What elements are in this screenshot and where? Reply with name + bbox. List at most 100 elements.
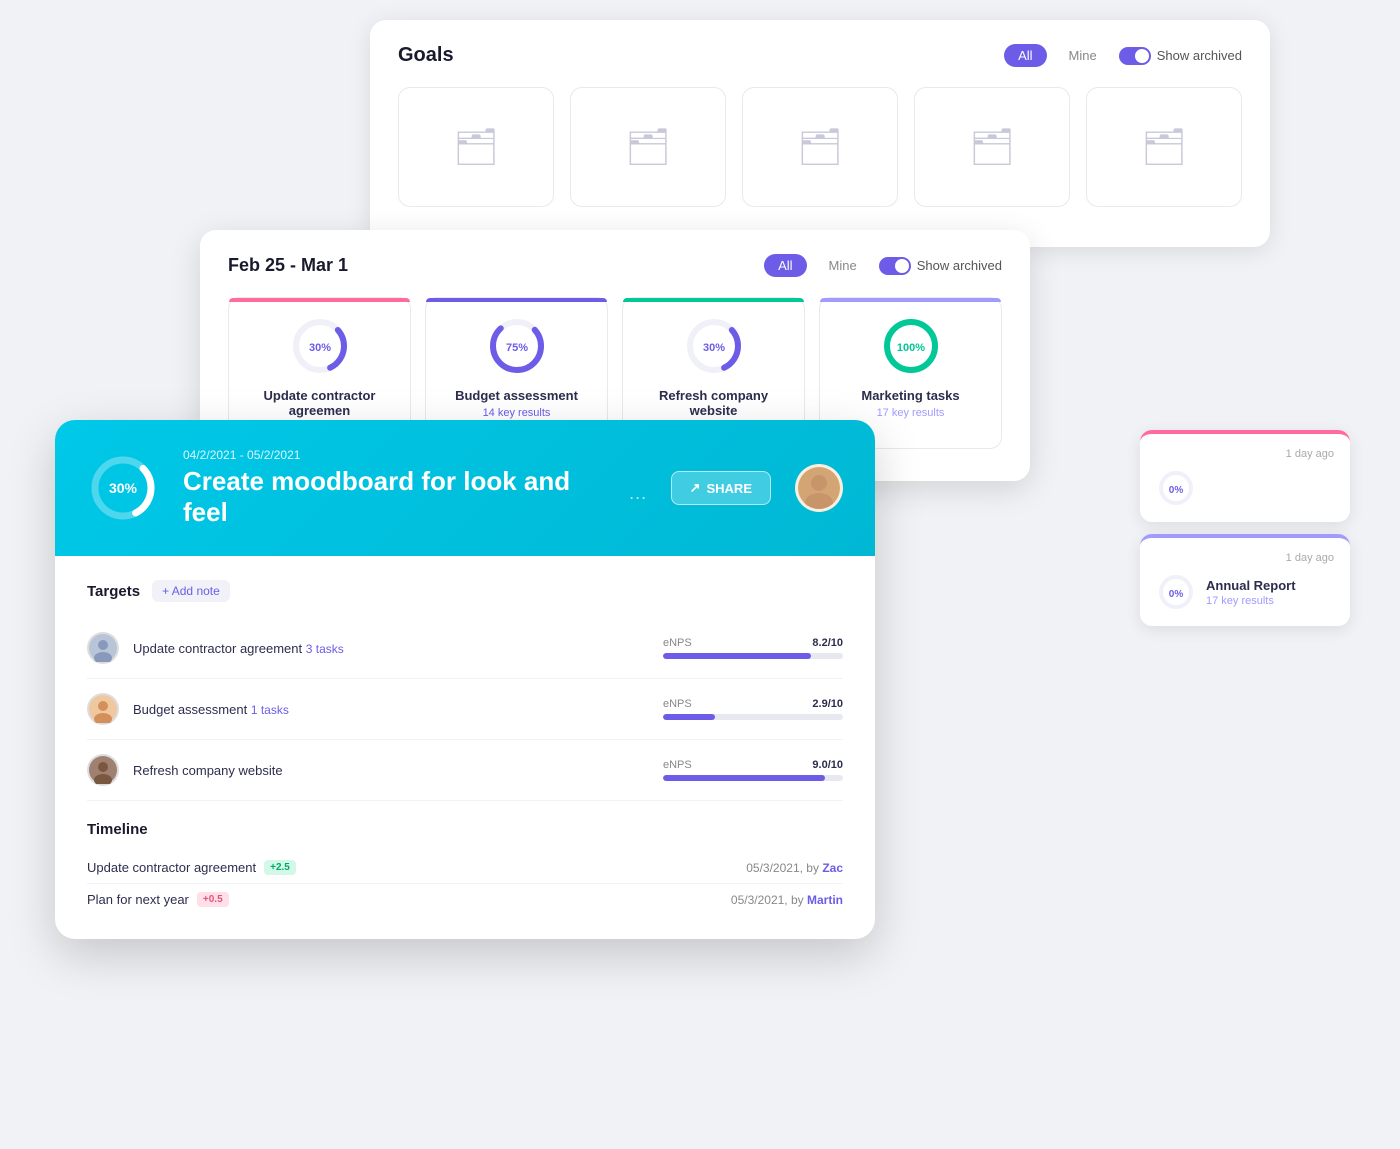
folder-icon-3: 🗂	[797, 126, 843, 168]
progress-bg-3	[663, 775, 843, 781]
goal-card-marketing-sub: 17 key results	[877, 407, 945, 419]
share-label: SHARE	[706, 481, 752, 496]
filter-mine-btn[interactable]: Mine	[1055, 44, 1111, 67]
timeline-author-2: Martin	[807, 893, 843, 907]
timeline-section: Timeline Update contractor agreement +2.…	[87, 821, 843, 915]
show-archived-label: Show archived	[1157, 48, 1242, 63]
donut-marketing: 100%	[881, 316, 941, 376]
folder-card-3[interactable]: 🗂	[742, 87, 898, 207]
targets-label: Targets	[87, 583, 140, 600]
right-card-1-donut: 0%	[1156, 468, 1196, 508]
metric-value-1: 8.2/10	[812, 637, 843, 649]
target-row-3: Refresh company website eNPS 9.0/10	[87, 740, 843, 801]
metric-label-2: eNPS	[663, 698, 692, 710]
svg-text:30%: 30%	[308, 342, 330, 354]
timeline-row-1: Update contractor agreement +2.5 05/3/20…	[87, 852, 843, 884]
target-name-3: Refresh company website	[133, 763, 663, 778]
metric-value-3: 9.0/10	[812, 759, 843, 771]
detail-donut: 30%	[87, 452, 159, 524]
timeline-left-1: Update contractor agreement +2.5	[87, 860, 296, 875]
target-link-1[interactable]: 3 tasks	[306, 642, 344, 656]
weekly-show-archived-label: Show archived	[917, 258, 1002, 273]
target-row-1: Update contractor agreement 3 tasks eNPS…	[87, 618, 843, 679]
weekly-filter-mine-btn[interactable]: Mine	[815, 254, 871, 277]
right-cards: 1 day ago 0% 1 day ago 0% Annual Report …	[1140, 430, 1350, 626]
donut-contractor: 30%	[290, 316, 350, 376]
timeline-name-2: Plan for next year	[87, 892, 189, 907]
progress-fill-1	[663, 653, 811, 659]
progress-fill-2	[663, 714, 715, 720]
detail-dates: 04/2/2021 - 05/2/2021	[183, 448, 647, 462]
target-avatar-1	[87, 632, 119, 664]
progress-bg-1	[663, 653, 843, 659]
svg-text:0%: 0%	[1169, 485, 1184, 496]
target-metric-1: eNPS 8.2/10	[663, 637, 843, 659]
timeline-left-2: Plan for next year +0.5	[87, 892, 229, 907]
detail-header: 30% 04/2/2021 - 05/2/2021 Create moodboa…	[55, 420, 875, 556]
right-card-1[interactable]: 1 day ago 0%	[1140, 430, 1350, 522]
timeline-badge-1: +2.5	[264, 860, 296, 875]
folder-icon-1: 🗂	[453, 126, 499, 168]
target-avatar-3	[87, 754, 119, 786]
avatar-image	[798, 467, 840, 509]
toggle-archived: Show archived	[1119, 47, 1242, 65]
right-card-2[interactable]: 1 day ago 0% Annual Report 17 key result…	[1140, 534, 1350, 626]
metric-value-2: 2.9/10	[812, 698, 843, 710]
svg-text:30%: 30%	[702, 342, 724, 354]
folder-icon-4: 🗂	[969, 126, 1015, 168]
goals-panel: Goals All Mine Show archived 🗂 🗂 🗂 🗂 🗂	[370, 20, 1270, 247]
svg-text:100%: 100%	[896, 342, 924, 354]
target-avatar-2	[87, 693, 119, 725]
detail-body: Targets + Add note Update contractor agr…	[55, 556, 875, 939]
target-link-2[interactable]: 1 tasks	[251, 703, 289, 717]
weekly-title: Feb 25 - Mar 1	[228, 255, 348, 276]
donut-website: 30%	[684, 316, 744, 376]
timeline-author-1: Zac	[822, 861, 843, 875]
progress-bg-2	[663, 714, 843, 720]
metric-label-1: eNPS	[663, 637, 692, 649]
target-name-2: Budget assessment 1 tasks	[133, 702, 663, 717]
detail-more-icon[interactable]: ···	[629, 487, 647, 508]
goals-header: Goals All Mine Show archived	[398, 44, 1242, 67]
donut-budget: 75%	[487, 316, 547, 376]
target-metric-3: eNPS 9.0/10	[663, 759, 843, 781]
timeline-label: Timeline	[87, 821, 843, 838]
goal-card-website-name: Refresh company website	[637, 388, 790, 418]
goals-title: Goals	[398, 44, 454, 67]
share-button[interactable]: ↗ SHARE	[671, 471, 771, 505]
weekly-show-archived-toggle[interactable]	[879, 257, 911, 275]
goal-card-budget-sub: 14 key results	[483, 407, 551, 419]
svg-text:75%: 75%	[505, 342, 527, 354]
svg-text:30%: 30%	[109, 480, 138, 496]
goal-card-contractor-name: Update contractor agreemen	[243, 388, 396, 418]
weekly-filter-all-btn[interactable]: All	[764, 254, 806, 277]
timeline-name-1: Update contractor agreement	[87, 860, 256, 875]
folder-card-4[interactable]: 🗂	[914, 87, 1070, 207]
share-icon: ↗	[690, 480, 701, 496]
target-metric-2: eNPS 2.9/10	[663, 698, 843, 720]
target-row-2: Budget assessment 1 tasks eNPS 2.9/10	[87, 679, 843, 740]
right-card-2-name: Annual Report	[1206, 578, 1296, 593]
timeline-row-2: Plan for next year +0.5 05/3/2021, by Ma…	[87, 884, 843, 915]
folder-icon-2: 🗂	[625, 126, 671, 168]
folder-card-5[interactable]: 🗂	[1086, 87, 1242, 207]
targets-header: Targets + Add note	[87, 580, 843, 602]
add-note-button[interactable]: + Add note	[152, 580, 230, 602]
goals-filter: All Mine Show archived	[1004, 44, 1242, 67]
detail-avatar	[795, 464, 843, 512]
detail-info: 04/2/2021 - 05/2/2021 Create moodboard f…	[183, 448, 647, 528]
show-archived-toggle[interactable]	[1119, 47, 1151, 65]
target-name-1: Update contractor agreement 3 tasks	[133, 641, 663, 656]
filter-all-btn[interactable]: All	[1004, 44, 1046, 67]
right-card-2-donut: 0%	[1156, 572, 1196, 612]
weekly-header: Feb 25 - Mar 1 All Mine Show archived	[228, 254, 1002, 277]
goal-card-budget-name: Budget assessment	[455, 388, 578, 403]
right-card-1-time: 1 day ago	[1156, 448, 1334, 460]
folder-card-1[interactable]: 🗂	[398, 87, 554, 207]
goal-card-marketing-name: Marketing tasks	[861, 388, 959, 403]
timeline-right-1: 05/3/2021, by Zac	[746, 861, 843, 875]
metric-label-3: eNPS	[663, 759, 692, 771]
weekly-toggle-archived: Show archived	[879, 257, 1002, 275]
goals-folders: 🗂 🗂 🗂 🗂 🗂	[398, 87, 1242, 207]
folder-card-2[interactable]: 🗂	[570, 87, 726, 207]
